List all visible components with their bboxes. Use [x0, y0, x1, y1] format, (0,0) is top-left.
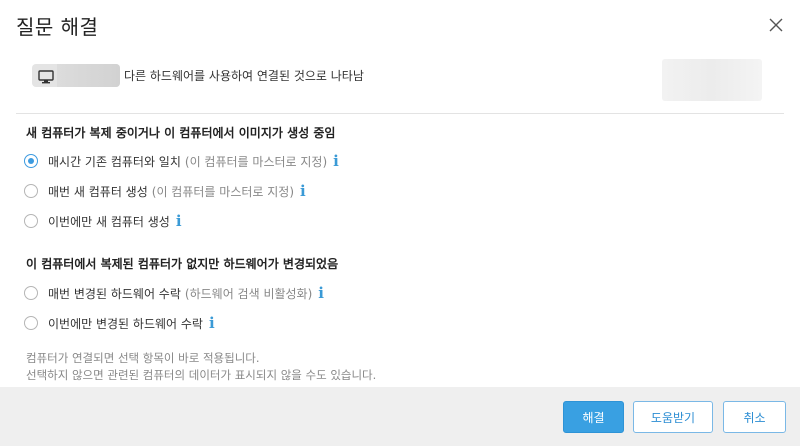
option-match-existing[interactable]: 매시간 기존 컴퓨터와 일치 (이 컴퓨터를 마스터로 지정) i: [24, 151, 339, 171]
option-always-accept[interactable]: 매번 변경된 하드웨어 수락 (하드웨어 검색 비활성화) i: [24, 283, 324, 303]
option-label: 매번 새 컴퓨터 생성: [48, 184, 148, 199]
section-title-cloning: 새 컴퓨터가 복제 중이거나 이 컴퓨터에서 이미지가 생성 중임: [26, 126, 336, 140]
radio-button[interactable]: [24, 316, 38, 330]
option-note: (이 컴퓨터를 마스터로 지정): [184, 154, 328, 169]
device-name-redacted: [57, 64, 120, 87]
option-note: (하드웨어 검색 비활성화): [184, 286, 313, 301]
radio-button[interactable]: [24, 286, 38, 300]
option-label: 매시간 기존 컴퓨터와 일치: [48, 154, 181, 169]
help-button[interactable]: 도움받기: [633, 401, 713, 433]
helper-text-line1: 컴퓨터가 연결되면 선택 항목이 바로 적용됩니다.: [26, 351, 260, 365]
info-icon[interactable]: i: [300, 183, 306, 199]
option-label: 이번에만 변경된 하드웨어 수락: [48, 316, 203, 331]
monitor-icon: [38, 69, 54, 84]
option-label: 매번 변경된 하드웨어 수락: [48, 286, 181, 301]
device-description: 다른 하드웨어를 사용하여 연결된 것으로 나타남: [124, 69, 364, 83]
redacted-image: [662, 59, 762, 101]
radio-button[interactable]: [24, 214, 38, 228]
helper-text-line2: 선택하지 않으면 관련된 컴퓨터의 데이터가 표시되지 않을 수도 있습니다.: [26, 368, 377, 382]
radio-button[interactable]: [24, 154, 38, 168]
resolve-button[interactable]: 해결: [563, 401, 624, 433]
info-icon[interactable]: i: [318, 285, 324, 301]
dialog-title: 질문 해결: [16, 15, 99, 39]
divider: [16, 113, 784, 114]
info-icon[interactable]: i: [209, 315, 215, 331]
option-note: (이 컴퓨터를 마스터로 지정): [151, 184, 295, 199]
cancel-button[interactable]: 취소: [723, 401, 786, 433]
option-label: 이번에만 새 컴퓨터 생성: [48, 214, 170, 229]
option-always-new[interactable]: 매번 새 컴퓨터 생성 (이 컴퓨터를 마스터로 지정) i: [24, 181, 306, 201]
option-new-once[interactable]: 이번에만 새 컴퓨터 생성 i: [24, 211, 182, 231]
info-icon[interactable]: i: [333, 153, 339, 169]
device-chip: [32, 64, 120, 87]
option-accept-once[interactable]: 이번에만 변경된 하드웨어 수락 i: [24, 313, 215, 333]
info-icon[interactable]: i: [176, 213, 182, 229]
close-icon[interactable]: [766, 15, 786, 35]
section-title-hardware: 이 컴퓨터에서 복제된 컴퓨터가 없지만 하드웨어가 변경되었음: [26, 257, 339, 271]
radio-button[interactable]: [24, 184, 38, 198]
